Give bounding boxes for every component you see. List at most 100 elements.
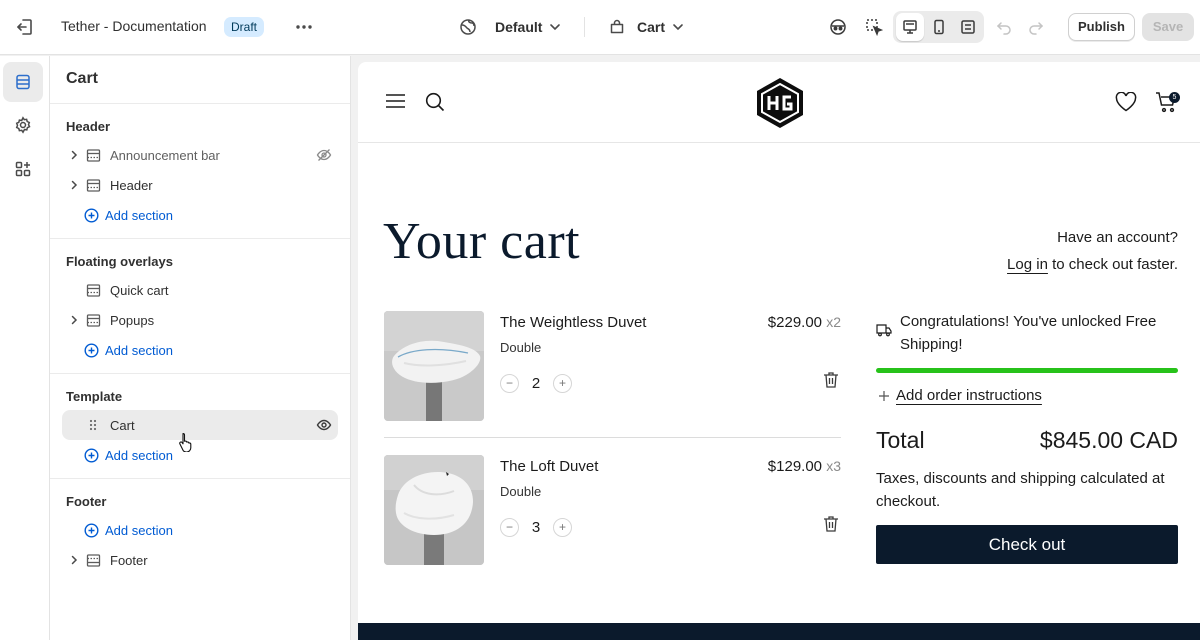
price-value: $129.00: [767, 458, 823, 475]
section-header[interactable]: Header: [62, 170, 338, 200]
cart-line-item: The Loft Duvet Double $129.00 x3 − 3 +: [384, 455, 841, 565]
section-label: Popups: [110, 312, 155, 328]
gear-icon: [14, 116, 32, 134]
sidebar-title: Cart: [66, 70, 99, 87]
plus-icon[interactable]: +: [553, 517, 572, 537]
store-footer: [358, 623, 1200, 640]
eye-icon[interactable]: [316, 417, 332, 433]
quantity-value[interactable]: 3: [525, 519, 547, 536]
plus-circle-icon: [84, 447, 99, 463]
wishlist-heart-icon[interactable]: [1115, 92, 1137, 112]
add-section-button[interactable]: Add section: [84, 445, 173, 465]
shipping-progress-fill: [876, 368, 1178, 373]
redo-icon[interactable]: [1022, 13, 1050, 41]
eye-hidden-icon[interactable]: [316, 147, 332, 163]
chevron-right-icon[interactable]: [66, 554, 82, 566]
plus-circle-icon: [84, 207, 99, 223]
minus-icon[interactable]: −: [500, 373, 519, 393]
checkout-button[interactable]: Check out: [876, 525, 1178, 564]
section-cart[interactable]: Cart: [62, 410, 338, 440]
theme-settings-tab[interactable]: [3, 105, 43, 145]
cart-icon[interactable]: 5: [1155, 90, 1180, 114]
store-title: Tether - Documentation: [61, 18, 207, 34]
tax-note: Taxes, discounts and shipping calculated…: [876, 470, 1165, 510]
section-block-icon: [85, 313, 101, 328]
sections-tab[interactable]: [3, 62, 43, 102]
plus-circle-icon: [84, 342, 99, 358]
product-price: $129.00 x3: [768, 458, 841, 475]
globe-icon: [459, 18, 477, 36]
trash-icon[interactable]: [823, 515, 839, 533]
store-header: 5: [358, 62, 1200, 143]
add-section-label: Add section: [105, 447, 173, 463]
desktop-view-icon[interactable]: [896, 13, 924, 41]
chevron-right-icon[interactable]: [66, 314, 82, 326]
topbar-divider: [584, 17, 585, 37]
add-section-button[interactable]: Add section: [84, 520, 173, 540]
more-actions-icon[interactable]: [293, 16, 315, 38]
cart-line-item: The Weightless Duvet Double $229.00 x2 −…: [384, 311, 841, 421]
quantity-value[interactable]: 2: [525, 375, 547, 392]
status-badge: Draft: [224, 17, 265, 37]
menu-icon[interactable]: [386, 93, 405, 109]
section-label: Announcement bar: [110, 147, 220, 163]
cart-count-badge: 5: [1169, 92, 1180, 103]
add-section-label: Add section: [105, 522, 173, 538]
section-block-icon: [85, 148, 101, 163]
quantity-stepper: − 3 +: [500, 517, 572, 537]
theme-selector[interactable]: Default: [459, 16, 562, 38]
divider: [50, 478, 350, 479]
section-quick-cart[interactable]: Quick cart: [62, 275, 338, 305]
editor-icon-rail: [0, 56, 50, 640]
chevron-right-icon[interactable]: [66, 149, 82, 161]
product-image[interactable]: [384, 455, 484, 565]
inspector-icon[interactable]: [860, 13, 888, 41]
section-label: Quick cart: [110, 282, 169, 298]
section-label: Footer: [110, 552, 148, 568]
sensei-icon[interactable]: [824, 13, 852, 41]
add-section-button[interactable]: Add section: [84, 205, 173, 225]
save-button[interactable]: Save: [1142, 13, 1194, 41]
divider: [50, 373, 350, 374]
shopping-bag-icon: [609, 19, 625, 35]
editor-topbar: Tether - Documentation Draft Default Car…: [0, 0, 1200, 55]
order-instructions-toggle[interactable]: Add order instructions: [878, 387, 1042, 404]
drag-handle-icon[interactable]: [85, 418, 101, 432]
group-footer-label: Footer: [66, 494, 107, 509]
account-prompt: Have an account? Log in to check out fas…: [1007, 224, 1178, 278]
store-logo[interactable]: [754, 76, 806, 130]
sections-sidebar: Cart Header Announcement bar Header Add …: [50, 56, 351, 640]
fullscreen-view-icon[interactable]: [954, 13, 982, 41]
divider: [50, 238, 350, 239]
section-footer[interactable]: Footer: [62, 545, 338, 575]
product-image[interactable]: [384, 311, 484, 421]
login-link[interactable]: Log in: [1007, 256, 1048, 273]
login-suffix: to check out faster.: [1052, 256, 1178, 273]
undo-icon[interactable]: [990, 13, 1018, 41]
trash-icon[interactable]: [823, 371, 839, 389]
publish-button[interactable]: Publish: [1068, 13, 1135, 41]
storefront-preview: 5 Your cart Have an account? Log in to c…: [358, 62, 1200, 640]
product-name[interactable]: The Loft Duvet: [500, 458, 598, 475]
plus-circle-icon: [84, 522, 99, 538]
minus-icon[interactable]: −: [500, 517, 519, 537]
search-icon[interactable]: [425, 92, 445, 112]
add-section-button[interactable]: Add section: [84, 340, 173, 360]
apps-tab[interactable]: [3, 149, 43, 189]
mobile-view-icon[interactable]: [925, 13, 953, 41]
product-variant: Double: [500, 484, 542, 499]
group-template-label: Template: [66, 389, 123, 404]
section-block-icon: [85, 178, 101, 193]
chevron-right-icon[interactable]: [66, 179, 82, 191]
page-selector[interactable]: Cart: [609, 16, 685, 38]
product-name[interactable]: The Weightless Duvet: [500, 314, 646, 331]
group-header-label: Header: [66, 119, 111, 134]
qty-multiplier: x2: [826, 314, 841, 330]
plus-icon[interactable]: +: [553, 373, 572, 393]
section-popups[interactable]: Popups: [62, 305, 338, 335]
account-question: Have an account?: [1057, 229, 1178, 246]
section-label: Cart: [110, 417, 135, 433]
exit-icon[interactable]: [14, 16, 36, 38]
section-announcement-bar[interactable]: Announcement bar: [62, 140, 338, 170]
product-variant: Double: [500, 340, 542, 355]
